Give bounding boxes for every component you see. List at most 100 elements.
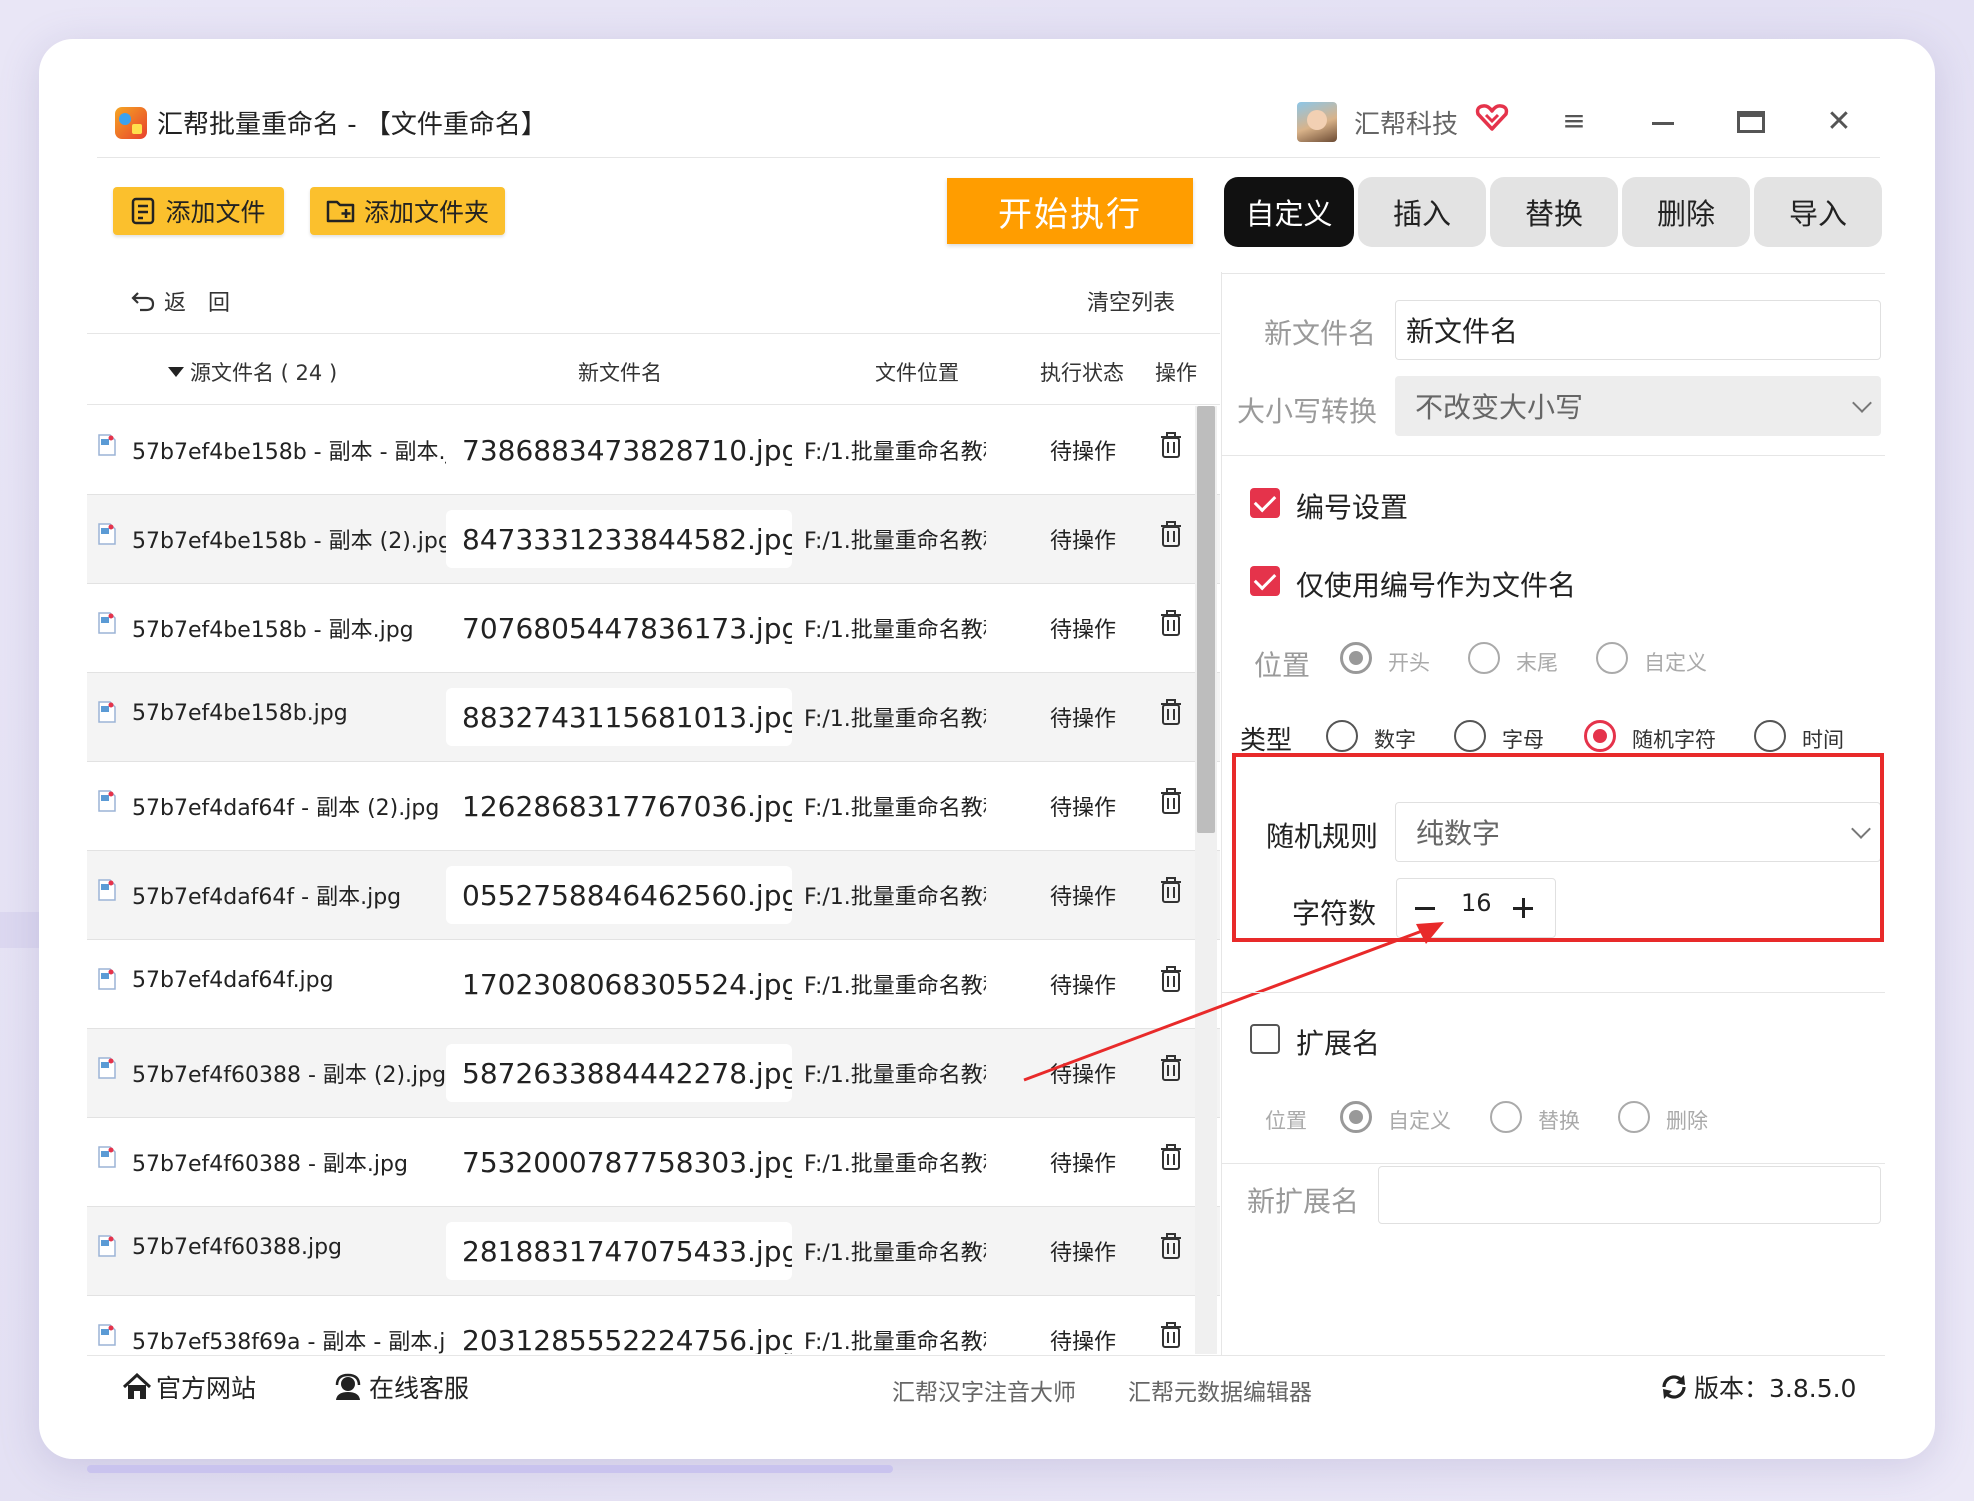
type-radio-random[interactable]	[1584, 720, 1616, 752]
back-button[interactable]: 返 回	[130, 285, 230, 317]
new-filename[interactable]: 2031285552224756.jpg	[446, 1311, 792, 1354]
add-folder-button[interactable]: 添加文件夹	[310, 187, 505, 235]
tab-insert[interactable]: 插入	[1358, 177, 1486, 247]
position-option-custom: 自定义	[1644, 651, 1707, 675]
version-info[interactable]: 版本：3.8.5.0	[1660, 1369, 1856, 1405]
trash-icon[interactable]	[1160, 1233, 1182, 1259]
maximize-icon[interactable]	[1737, 111, 1765, 133]
file-image-icon	[98, 701, 116, 723]
status-text: 待操作	[1050, 1152, 1117, 1177]
file-location: F:/1.批量重命名教程/图片	[804, 618, 986, 643]
headset-icon	[335, 1373, 361, 1400]
trash-icon[interactable]	[1160, 1144, 1182, 1170]
file-image-icon	[98, 790, 116, 812]
start-button[interactable]: 开始执行	[947, 178, 1193, 244]
new-filename[interactable]: 7076805447836173.jpg	[446, 599, 792, 657]
only-number-checkbox[interactable]	[1250, 566, 1280, 596]
website-link[interactable]: 官方网站	[122, 1369, 256, 1405]
new-filename[interactable]: 0552758846462560.jpg	[446, 866, 792, 924]
position-radio-start[interactable]	[1340, 642, 1372, 674]
trash-icon[interactable]	[1160, 877, 1182, 903]
table-row[interactable]: 57b7ef4f60388.jpg 2818831747075433.jpg F…	[87, 1207, 1220, 1296]
file-location: F:/1.批量重命名教程/图片	[804, 1330, 986, 1354]
tab-delete[interactable]: 删除	[1622, 177, 1750, 247]
tab-custom[interactable]: 自定义	[1224, 177, 1354, 247]
table-row[interactable]: 57b7ef538f69a - 副本 - 副本.jpg 203128555222…	[87, 1296, 1220, 1354]
type-label: 类型	[1240, 726, 1293, 756]
tab-replace[interactable]: 替换	[1490, 177, 1618, 247]
user-avatar[interactable]	[1297, 102, 1337, 142]
status-text: 待操作	[1050, 885, 1117, 910]
trash-icon[interactable]	[1160, 610, 1182, 636]
file-location: F:/1.批量重命名教程/图片	[804, 440, 986, 465]
back-label: 返 回	[164, 291, 231, 316]
sort-down-icon	[168, 367, 184, 377]
position-option-end: 末尾	[1516, 651, 1558, 675]
tab-import[interactable]: 导入	[1754, 177, 1882, 247]
file-image-icon	[98, 879, 116, 901]
close-icon[interactable]: ✕	[1819, 104, 1859, 139]
ext-option-custom: 自定义	[1388, 1109, 1451, 1133]
case-select-value: 不改变大小写	[1415, 391, 1584, 424]
type-radio-letter[interactable]	[1454, 720, 1486, 752]
table-row[interactable]: 57b7ef4be158b.jpg 8832743115681013.jpg F…	[87, 673, 1220, 762]
new-filename[interactable]: 1262868317767036.jpg	[446, 777, 792, 835]
clear-list-button[interactable]: 清空列表	[1087, 285, 1175, 317]
window-title: 汇帮批量重命名 - 【文件重命名】	[157, 110, 547, 140]
app-logo-icon	[115, 107, 147, 139]
trash-icon[interactable]	[1160, 699, 1182, 725]
ext-radio-replace[interactable]	[1490, 1101, 1522, 1133]
new-filename[interactable]: 8832743115681013.jpg	[446, 688, 792, 746]
new-filename[interactable]: 5872633884442278.jpg	[446, 1044, 792, 1102]
file-image-icon	[98, 968, 116, 990]
file-location: F:/1.批量重命名教程/图片	[804, 707, 986, 732]
table-row[interactable]: 57b7ef4be158b - 副本 (2).jpg 8473331233844…	[87, 495, 1220, 584]
table-row[interactable]: 57b7ef4daf64f - 副本 (2).jpg 1262868317767…	[87, 762, 1220, 851]
file-location: F:/1.批量重命名教程/图片	[804, 796, 986, 821]
file-location: F:/1.批量重命名教程/图片	[804, 974, 986, 999]
user-name[interactable]: 汇帮科技	[1354, 104, 1458, 141]
trash-icon[interactable]	[1160, 1322, 1182, 1348]
ext-checkbox[interactable]	[1250, 1024, 1280, 1054]
position-radio-custom[interactable]	[1596, 642, 1628, 674]
ext-radio-custom[interactable]	[1340, 1101, 1372, 1133]
trash-icon[interactable]	[1160, 432, 1182, 458]
status-text: 待操作	[1050, 440, 1117, 465]
ext-option-delete: 删除	[1666, 1109, 1708, 1133]
type-radio-number[interactable]	[1326, 720, 1358, 752]
minimize-icon[interactable]	[1652, 122, 1674, 125]
numbering-checkbox[interactable]	[1250, 488, 1280, 518]
panel-top-divider	[1221, 273, 1885, 274]
file-list: 57b7ef4be158b - 副本 - 副本.jpg 738688347382…	[87, 406, 1220, 1354]
website-label: 官方网站	[156, 1374, 257, 1403]
table-row[interactable]: 57b7ef4f60388 - 副本.jpg 7532000787758303.…	[87, 1118, 1220, 1207]
status-text: 待操作	[1050, 1330, 1117, 1354]
table-row[interactable]: 57b7ef4be158b - 副本 - 副本.jpg 738688347382…	[87, 406, 1220, 495]
trash-icon[interactable]	[1160, 788, 1182, 814]
trash-icon[interactable]	[1160, 521, 1182, 547]
new-filename[interactable]: 2818831747075433.jpg	[446, 1222, 792, 1280]
add-file-icon	[132, 197, 155, 225]
new-filename[interactable]: 7386883473828710.jpg	[446, 421, 792, 479]
title-divider	[97, 157, 1880, 158]
col-source[interactable]: 源文件名 ( 24 )	[168, 357, 337, 387]
app-link-metadata[interactable]: 汇帮元数据编辑器	[1128, 1373, 1312, 1407]
app-link-pinyin[interactable]: 汇帮汉字注音大师	[892, 1373, 1076, 1407]
menu-icon[interactable]: ≡	[1554, 104, 1594, 137]
vip-heart-icon[interactable]	[1475, 102, 1509, 132]
scrollbar-thumb[interactable]	[1197, 406, 1215, 833]
panel-divider-1	[1221, 455, 1885, 456]
position-radio-end[interactable]	[1468, 642, 1500, 674]
new-name-input[interactable]: 新文件名	[1395, 300, 1881, 360]
table-row[interactable]: 57b7ef4be158b - 副本.jpg 7076805447836173.…	[87, 584, 1220, 673]
file-image-icon	[98, 1146, 116, 1168]
type-radio-time[interactable]	[1754, 720, 1786, 752]
new-filename[interactable]: 1702308068305524.jpg	[446, 955, 792, 1013]
new-filename[interactable]: 8473331233844582.jpg	[446, 510, 792, 568]
case-select[interactable]: 不改变大小写	[1395, 376, 1881, 436]
ext-radio-delete[interactable]	[1618, 1101, 1650, 1133]
support-link[interactable]: 在线客服	[333, 1369, 469, 1405]
add-file-button[interactable]: 添加文件	[113, 187, 284, 235]
new-filename[interactable]: 7532000787758303.jpg	[446, 1133, 792, 1191]
new-ext-input[interactable]	[1378, 1166, 1881, 1224]
